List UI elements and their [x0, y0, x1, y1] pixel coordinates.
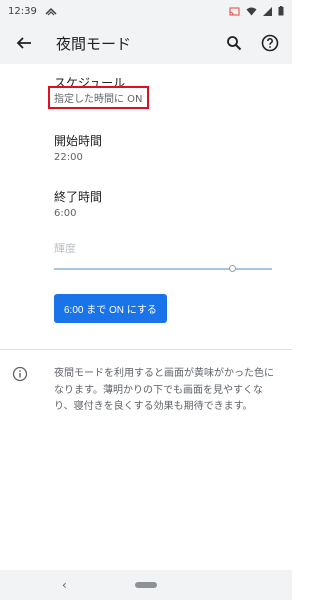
- slider-track: [54, 268, 272, 270]
- info-section: 夜間モードを利用すると画面が黄味がかった色になります。薄明かりの下でも画面を見や…: [0, 350, 292, 416]
- status-bar: 12:39: [0, 0, 292, 22]
- back-arrow-icon[interactable]: [12, 31, 36, 55]
- info-icon: [12, 366, 30, 384]
- schedule-preference[interactable]: スケジュール 指定した時間に ON: [48, 64, 272, 128]
- info-text: 夜間モードを利用すると画面が黄味がかった色になります。薄明かりの下でも画面を見や…: [54, 368, 274, 412]
- wifi-icon: [246, 7, 257, 16]
- cloud-icon: [45, 6, 57, 16]
- navigation-bar: ‹: [0, 570, 292, 600]
- page-title: 夜間モード: [56, 34, 132, 53]
- end-time-value: 6:00: [54, 208, 77, 219]
- start-time-title: 開始時間: [54, 134, 103, 148]
- status-time: 12:39: [8, 5, 37, 17]
- start-time-value: 22:00: [54, 152, 83, 163]
- brightness-slider[interactable]: [54, 262, 272, 274]
- signal-icon: [263, 6, 272, 16]
- turn-on-button[interactable]: 6:00 まで ON にする: [54, 294, 167, 323]
- home-pill[interactable]: [135, 582, 157, 588]
- app-bar: 夜間モード: [0, 22, 292, 64]
- slider-thumb[interactable]: [229, 265, 236, 272]
- brightness-label: 輝度: [54, 242, 76, 255]
- end-time-preference[interactable]: 終了時間 6:00: [54, 188, 272, 240]
- start-time-preference[interactable]: 開始時間 22:00: [54, 132, 272, 188]
- cast-icon: [229, 7, 240, 16]
- battery-icon: [278, 6, 284, 16]
- nav-back-icon[interactable]: ‹: [62, 578, 67, 592]
- help-icon[interactable]: [256, 29, 284, 57]
- settings-list: スケジュール 指定した時間に ON 開始時間 22:00 終了時間 6:00 輝…: [0, 64, 292, 323]
- end-time-title: 終了時間: [54, 190, 103, 204]
- search-icon[interactable]: [220, 29, 248, 57]
- brightness-preference: 輝度: [54, 240, 272, 274]
- schedule-value: 指定した時間に ON: [48, 86, 149, 109]
